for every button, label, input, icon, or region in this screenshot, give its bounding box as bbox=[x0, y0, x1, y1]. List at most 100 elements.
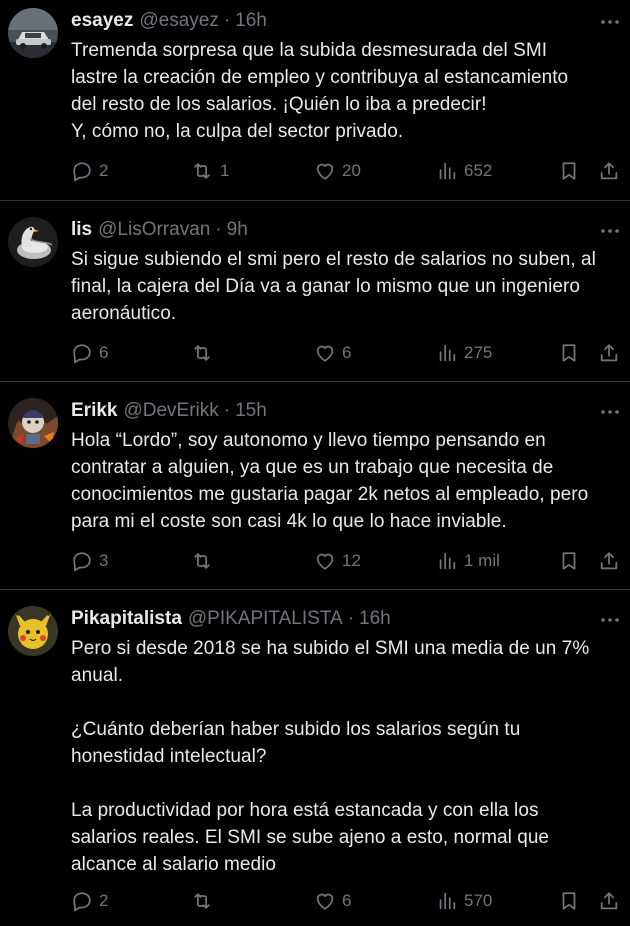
avatar[interactable] bbox=[8, 8, 58, 58]
reply-button[interactable]: 3 bbox=[71, 548, 108, 574]
like-count: 20 bbox=[342, 161, 361, 180]
bookmark-icon bbox=[562, 892, 576, 910]
reply-icon bbox=[73, 344, 91, 364]
bar-chart-icon bbox=[439, 162, 456, 180]
tweet[interactable]: lis @LisOrravan · 9h Si sigue subiendo e… bbox=[0, 201, 630, 382]
author-name[interactable]: lis bbox=[71, 219, 92, 241]
author-handle[interactable]: @DevErikk bbox=[123, 400, 218, 422]
timestamp[interactable]: 16h bbox=[359, 608, 391, 630]
share-icon bbox=[600, 162, 618, 180]
share-icon bbox=[600, 892, 618, 910]
tweet-text: Pero si desde 2018 se ha subido el SMI u… bbox=[71, 638, 590, 875]
bookmark-icon bbox=[562, 552, 576, 570]
author-name[interactable]: Erikk bbox=[71, 400, 117, 422]
bookmark-button[interactable] bbox=[558, 340, 586, 366]
share-button[interactable] bbox=[598, 888, 626, 914]
tweet-text: Si sigue subiendo el smi pero el resto d… bbox=[71, 249, 596, 324]
separator-dot: · bbox=[215, 219, 222, 240]
like-count: 6 bbox=[342, 891, 352, 910]
share-button[interactable] bbox=[598, 158, 626, 184]
bookmark-button[interactable] bbox=[558, 888, 586, 914]
illustration-avatar bbox=[8, 398, 58, 448]
reply-icon bbox=[73, 162, 91, 182]
view-count: 275 bbox=[464, 343, 493, 362]
retweet-button[interactable] bbox=[190, 340, 220, 366]
action-bar: 6 6 275 bbox=[71, 340, 626, 366]
author-name[interactable]: Pikapitalista bbox=[71, 608, 182, 630]
retweet-icon bbox=[194, 553, 210, 569]
reply-count: 2 bbox=[99, 891, 109, 910]
bookmark-button[interactable] bbox=[558, 158, 586, 184]
bar-chart-icon bbox=[439, 552, 456, 570]
like-button[interactable]: 6 bbox=[314, 888, 351, 914]
more-options-icon[interactable] bbox=[600, 402, 620, 422]
retweet-icon bbox=[194, 893, 210, 909]
reply-count: 3 bbox=[99, 551, 109, 570]
tweet-text: Tremenda sorpresa que la subida desmesur… bbox=[71, 40, 569, 142]
heart-icon bbox=[316, 163, 334, 180]
author-handle[interactable]: @LisOrravan bbox=[98, 219, 210, 241]
timestamp[interactable]: 16h bbox=[235, 10, 267, 32]
separator-dot: · bbox=[347, 608, 355, 629]
heart-icon bbox=[316, 893, 334, 910]
bookmark-icon bbox=[562, 162, 576, 180]
car-photo-avatar bbox=[8, 8, 58, 58]
view-count: 570 bbox=[464, 891, 493, 910]
action-bar: 2 6 570 bbox=[71, 888, 626, 914]
retweet-button[interactable] bbox=[190, 888, 220, 914]
like-count: 12 bbox=[342, 551, 361, 570]
views-button[interactable]: 275 bbox=[436, 340, 492, 366]
share-button[interactable] bbox=[598, 548, 626, 574]
author-name[interactable]: esayez bbox=[71, 10, 133, 32]
reply-icon bbox=[73, 552, 91, 572]
bar-chart-icon bbox=[439, 892, 456, 910]
like-count: 6 bbox=[342, 343, 352, 362]
retweet-count: 1 bbox=[220, 161, 230, 180]
heart-icon bbox=[316, 345, 334, 362]
reply-count: 6 bbox=[99, 343, 109, 362]
author-handle[interactable]: @esayez bbox=[139, 10, 219, 32]
views-button[interactable]: 1 mil bbox=[436, 548, 500, 574]
share-icon bbox=[600, 552, 618, 570]
reply-button[interactable]: 6 bbox=[71, 340, 108, 366]
pikachu-avatar bbox=[8, 606, 58, 656]
avatar[interactable] bbox=[8, 606, 58, 656]
bookmark-icon bbox=[562, 344, 576, 362]
retweet-button[interactable]: 1 bbox=[190, 158, 229, 184]
like-button[interactable]: 6 bbox=[314, 340, 351, 366]
action-bar: 2 1 20 652 bbox=[71, 158, 626, 184]
timestamp[interactable]: 9h bbox=[227, 219, 248, 241]
bird-photo-avatar bbox=[8, 217, 58, 267]
avatar[interactable] bbox=[8, 217, 58, 267]
more-options-icon[interactable] bbox=[600, 610, 620, 630]
more-options-icon[interactable] bbox=[600, 221, 620, 241]
reply-count: 2 bbox=[99, 161, 109, 180]
views-button[interactable]: 652 bbox=[436, 158, 492, 184]
view-count: 1 mil bbox=[464, 551, 500, 570]
author-handle[interactable]: @PIKAPITALISTA bbox=[188, 608, 343, 630]
more-options-icon[interactable] bbox=[600, 12, 620, 32]
share-icon bbox=[600, 344, 618, 362]
retweet-icon bbox=[194, 345, 210, 361]
views-button[interactable]: 570 bbox=[436, 888, 492, 914]
separator-dot: · bbox=[223, 400, 231, 421]
like-button[interactable]: 20 bbox=[314, 158, 361, 184]
tweet[interactable]: Pikapitalista @PIKAPITALISTA · 16h Pero … bbox=[0, 590, 630, 926]
bar-chart-icon bbox=[439, 344, 456, 362]
reply-icon bbox=[73, 892, 91, 912]
reply-button[interactable]: 2 bbox=[71, 158, 108, 184]
like-button[interactable]: 12 bbox=[314, 548, 361, 574]
retweet-icon bbox=[194, 163, 210, 179]
separator-dot: · bbox=[223, 10, 231, 31]
tweet[interactable]: Erikk @DevErikk · 15h Hola “Lordo”, soy … bbox=[0, 382, 630, 590]
share-button[interactable] bbox=[598, 340, 626, 366]
view-count: 652 bbox=[464, 161, 493, 180]
timestamp[interactable]: 15h bbox=[235, 400, 267, 422]
reply-button[interactable]: 2 bbox=[71, 888, 108, 914]
heart-icon bbox=[316, 553, 334, 570]
bookmark-button[interactable] bbox=[558, 548, 586, 574]
retweet-button[interactable] bbox=[190, 548, 220, 574]
tweet-text: Hola “Lordo”, soy autonomo y llevo tiemp… bbox=[71, 430, 589, 532]
avatar[interactable] bbox=[8, 398, 58, 448]
tweet[interactable]: esayez @esayez · 16h Tremenda sorpresa q… bbox=[0, 0, 630, 201]
